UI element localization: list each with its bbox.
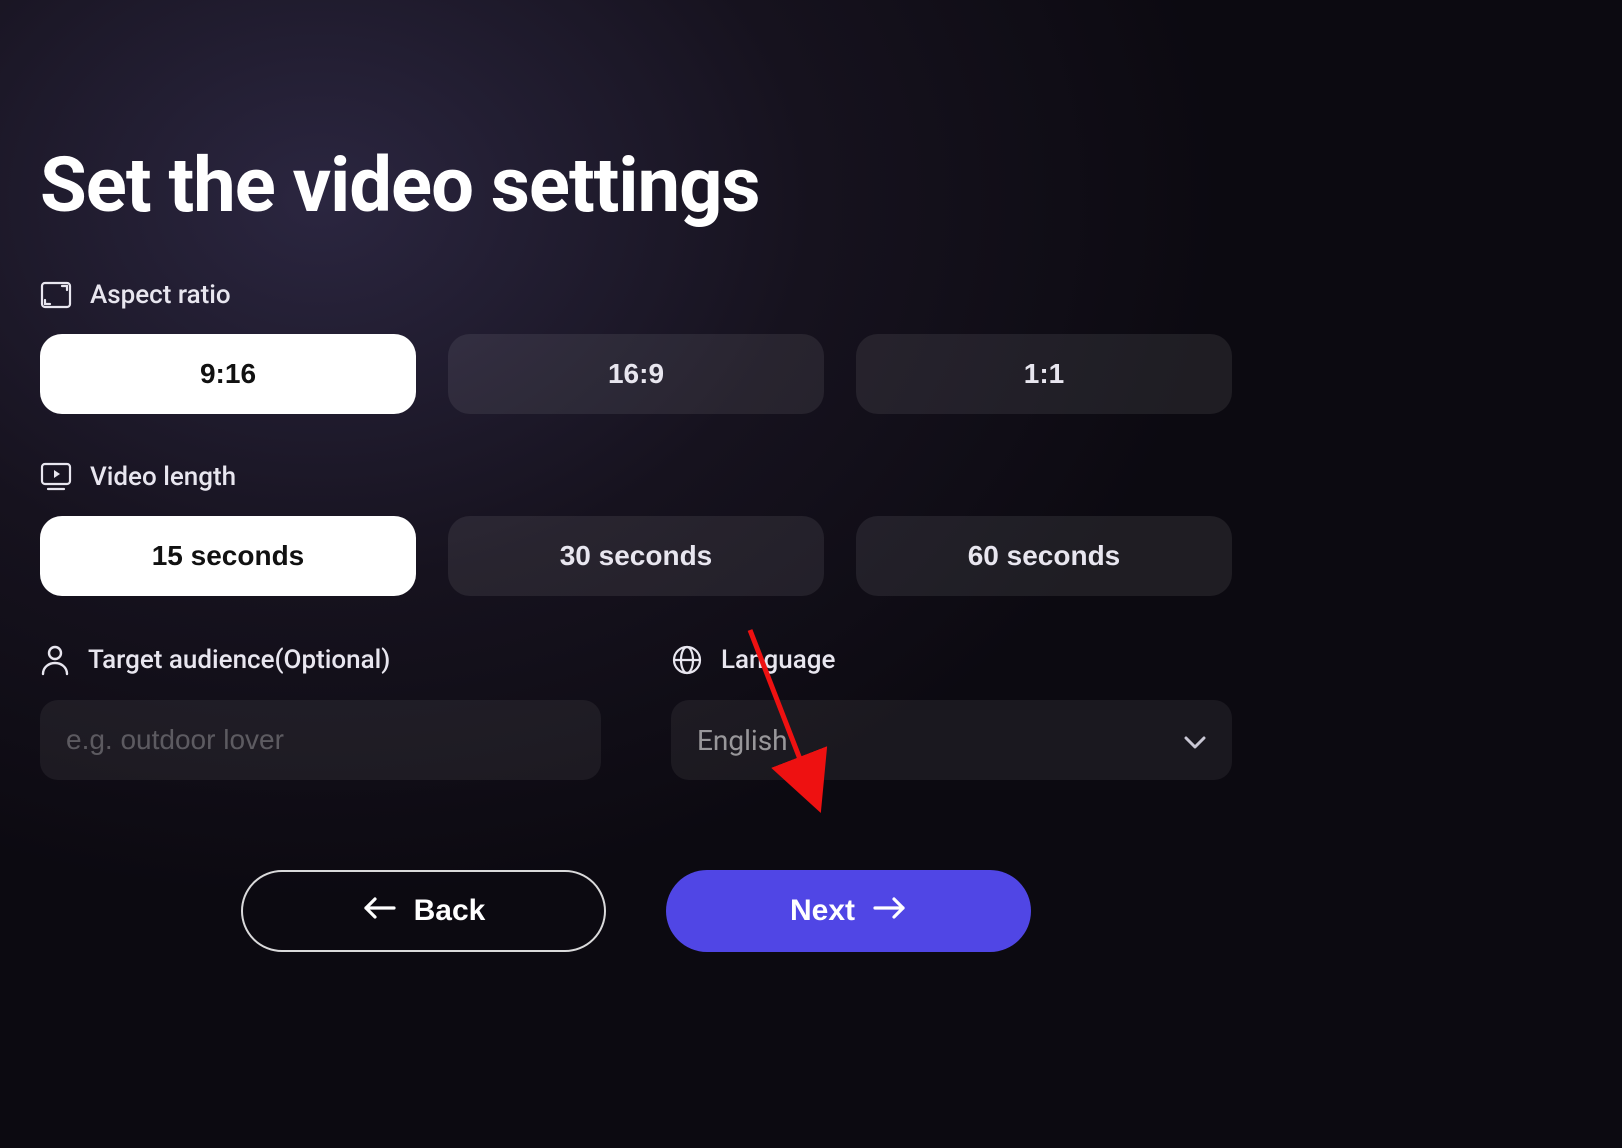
video-length-option-15s[interactable]: 15 seconds: [40, 516, 416, 596]
target-audience-label-text: Target audience(Optional): [88, 645, 390, 675]
video-length-icon: [40, 462, 72, 492]
video-length-option-60s[interactable]: 60 seconds: [856, 516, 1232, 596]
back-button[interactable]: Back: [241, 870, 606, 952]
aspect-ratio-icon: [40, 281, 72, 309]
chevron-down-icon: [1184, 724, 1206, 757]
target-audience-label: Target audience(Optional): [40, 644, 601, 676]
language-label: Language: [671, 644, 1232, 676]
arrow-left-icon: [362, 894, 396, 928]
video-length-label: Video length: [40, 462, 1582, 492]
aspect-ratio-option-9-16[interactable]: 9:16: [40, 334, 416, 414]
language-selected-value: English: [697, 724, 788, 757]
aspect-ratio-option-16-9[interactable]: 16:9: [448, 334, 824, 414]
video-length-option-30s[interactable]: 30 seconds: [448, 516, 824, 596]
next-button-label: Next: [790, 894, 855, 928]
next-button[interactable]: Next: [666, 870, 1031, 952]
aspect-ratio-label: Aspect ratio: [40, 280, 1582, 310]
target-audience-input[interactable]: [40, 700, 601, 780]
aspect-ratio-option-1-1[interactable]: 1:1: [856, 334, 1232, 414]
aspect-ratio-options: 9:16 16:9 1:1: [40, 334, 1232, 414]
page-title: Set the video settings: [40, 140, 1582, 230]
globe-icon: [671, 644, 703, 676]
language-select[interactable]: English: [671, 700, 1232, 780]
arrow-right-icon: [873, 894, 907, 928]
back-button-label: Back: [414, 894, 486, 928]
person-icon: [40, 644, 70, 676]
language-label-text: Language: [721, 645, 835, 675]
video-length-label-text: Video length: [90, 462, 236, 492]
video-length-options: 15 seconds 30 seconds 60 seconds: [40, 516, 1232, 596]
aspect-ratio-label-text: Aspect ratio: [90, 280, 231, 310]
